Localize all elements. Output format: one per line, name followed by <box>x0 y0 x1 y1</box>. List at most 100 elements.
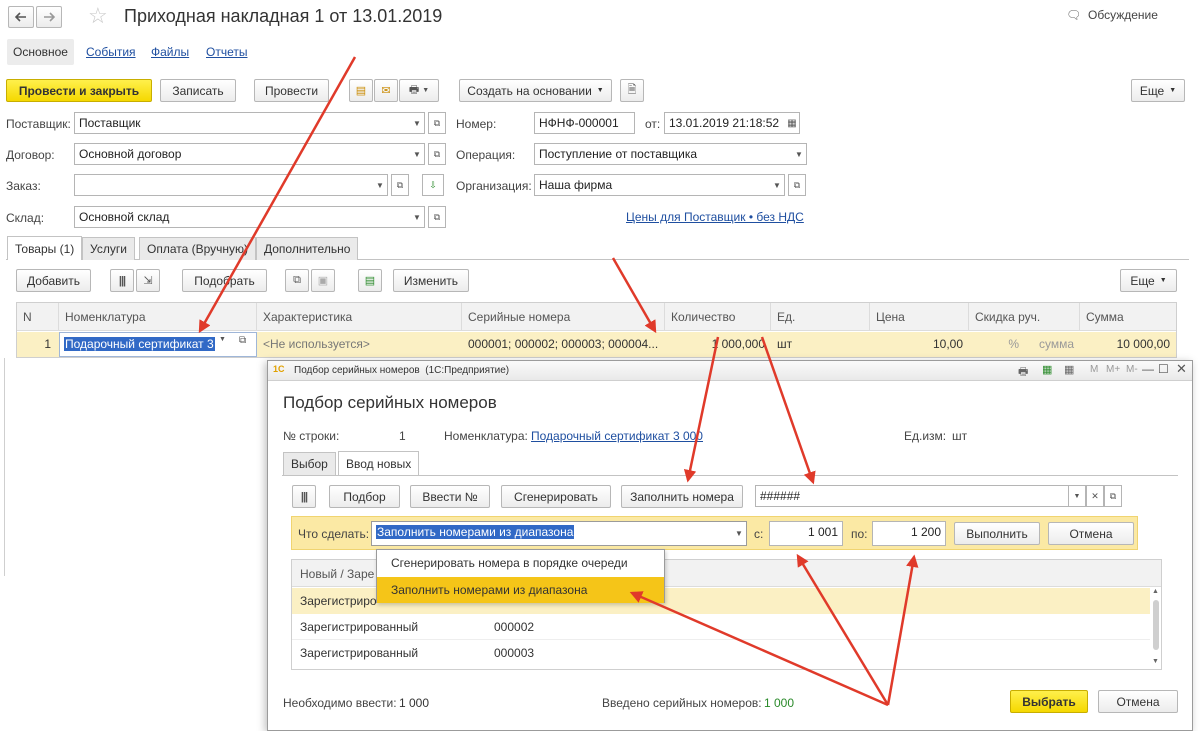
column-header-n[interactable]: N <box>17 303 59 331</box>
number-field[interactable]: НФНФ-000001 <box>534 112 635 134</box>
contract-field[interactable]: Основной договор ▼ <box>74 143 425 165</box>
organization-open-button[interactable]: ⧉ <box>788 174 806 196</box>
column-header-status[interactable]: Новый / Заре <box>300 567 374 581</box>
column-header-qty[interactable]: Количество <box>665 303 771 331</box>
dialog-barcode-button[interactable]: ||| <box>292 485 316 508</box>
calendar-icon[interactable]: ▦ <box>785 113 799 133</box>
cell-item[interactable]: Подарочный сертификат 3 <box>59 332 257 357</box>
memory-m-button[interactable]: M <box>1090 364 1098 375</box>
chevron-down-icon[interactable]: ▼ <box>373 175 387 195</box>
list-row[interactable]: Зарегистрированный 000003 <box>292 640 1150 666</box>
discussion-link[interactable]: Обсуждение <box>1088 8 1158 22</box>
tab-goods[interactable]: Товары (1) <box>7 236 83 260</box>
table-report-button[interactable]: ▤ <box>358 269 382 292</box>
column-header-unit[interactable]: Ед. <box>771 303 870 331</box>
report-button[interactable]: ▤ <box>349 79 373 102</box>
column-header-serials[interactable]: Серийные номера <box>462 303 665 331</box>
nav-main[interactable]: Основное <box>7 39 74 65</box>
action-select[interactable]: Заполнить номерами из диапазона ▼ <box>371 521 747 546</box>
document-structure-button[interactable]: 🗎 <box>620 79 644 102</box>
chevron-down-icon[interactable]: ▼ <box>792 144 806 164</box>
contract-open-button[interactable]: ⧉ <box>428 143 446 165</box>
nav-events[interactable]: События <box>86 45 136 59</box>
scroll-up-icon[interactable]: ▲ <box>1152 588 1159 595</box>
add-row-button[interactable]: Добавить <box>16 269 91 292</box>
execute-button[interactable]: Выполнить <box>954 522 1040 545</box>
tab-payment[interactable]: Оплата (Вручную) <box>139 237 257 260</box>
select-button[interactable]: Выбрать <box>1010 690 1088 713</box>
warehouse-field[interactable]: Основной склад ▼ <box>74 206 425 228</box>
tab-enter-new[interactable]: Ввод новых <box>338 451 420 475</box>
list-scrollbar[interactable]: ▲ ▼ <box>1151 588 1161 669</box>
save-button[interactable]: Записать <box>160 79 236 102</box>
supplier-field[interactable]: Поставщик ▼ <box>74 112 425 134</box>
dialog-cancel-button[interactable]: Отмена <box>1098 690 1178 713</box>
dropdown-option-fill-range[interactable]: Заполнить номерами из диапазона <box>377 577 664 603</box>
copy-button[interactable]: ⧉ <box>285 269 309 292</box>
barcode-scan-button[interactable]: ||| <box>110 269 134 292</box>
dialog-pick-button[interactable]: Подбор <box>329 485 400 508</box>
print-icon[interactable]: 🖶 <box>1018 363 1028 382</box>
column-header-discount[interactable]: Скидка руч. <box>969 303 1080 331</box>
memory-minus-button[interactable]: M- <box>1126 364 1138 375</box>
mask-field[interactable]: ###### <box>755 485 1091 507</box>
post-button[interactable]: Провести <box>254 79 329 102</box>
chevron-down-icon[interactable]: ▼ <box>770 175 784 195</box>
pick-button[interactable]: Подобрать <box>182 269 267 292</box>
more-button[interactable]: Еще ▼ <box>1131 79 1185 102</box>
action-cancel-button[interactable]: Отмена <box>1048 522 1134 545</box>
mask-open-button[interactable]: ⧉ <box>1104 485 1122 507</box>
open-icon[interactable]: ⧉ <box>239 335 246 346</box>
supplier-open-button[interactable]: ⧉ <box>428 112 446 134</box>
tab-services[interactable]: Услуги <box>82 237 135 260</box>
item-link[interactable]: Подарочный сертификат 3 000 <box>531 429 703 443</box>
post-and-close-button[interactable]: Провести и закрыть <box>6 79 152 102</box>
create-based-on-button[interactable]: Создать на основании ▼ <box>459 79 612 102</box>
back-button[interactable] <box>8 6 34 28</box>
generate-button[interactable]: Сгенерировать <box>501 485 611 508</box>
calendar-icon[interactable]: ▦ <box>1064 363 1074 376</box>
fill-numbers-button[interactable]: Заполнить номера <box>621 485 743 508</box>
order-field[interactable]: ▼ <box>74 174 388 196</box>
chevron-down-icon[interactable]: ▼ <box>732 522 746 545</box>
nav-files[interactable]: Файлы <box>151 45 189 59</box>
column-header-characteristic[interactable]: Характеристика <box>257 303 462 331</box>
chevron-down-icon[interactable]: ▼ <box>410 207 424 227</box>
dropdown-option-generate[interactable]: Сгенерировать номера в порядке очереди <box>377 550 664 576</box>
maximize-icon[interactable]: ☐ <box>1158 362 1169 376</box>
minimize-icon[interactable]: — <box>1142 362 1154 376</box>
favorite-star-icon[interactable]: ☆ <box>88 3 108 29</box>
table-row[interactable]: 1 Подарочный сертификат 3 ▼ ⧉ <Не исполь… <box>17 332 1176 357</box>
discussion-icon[interactable]: 🗨 <box>1066 8 1081 22</box>
forward-button[interactable] <box>36 6 62 28</box>
mask-dropdown-button[interactable]: ▼ <box>1068 485 1086 507</box>
mask-clear-button[interactable]: ✕ <box>1086 485 1104 507</box>
close-icon[interactable]: ✕ <box>1176 361 1187 377</box>
organization-field[interactable]: Наша фирма ▼ <box>534 174 785 196</box>
warehouse-open-button[interactable]: ⧉ <box>428 206 446 228</box>
prices-link[interactable]: Цены для Поставщик • без НДС <box>626 210 804 224</box>
print-button[interactable]: 🖶 ▼ <box>399 79 439 102</box>
change-button[interactable]: Изменить <box>393 269 469 292</box>
calculator-icon[interactable]: ▦ <box>1042 363 1052 376</box>
load-button[interactable]: ⇲ <box>136 269 160 292</box>
scroll-down-icon[interactable]: ▼ <box>1152 658 1159 665</box>
chevron-down-icon[interactable]: ▼ <box>410 113 424 133</box>
operation-field[interactable]: Поступление от поставщика ▼ <box>534 143 807 165</box>
order-open-button[interactable]: ⧉ <box>391 174 409 196</box>
scroll-thumb[interactable] <box>1153 600 1159 650</box>
list-row[interactable]: Зарегистрированный 000002 <box>292 614 1150 640</box>
column-header-item[interactable]: Номенклатура <box>59 303 257 331</box>
chevron-down-icon[interactable]: ▼ <box>410 144 424 164</box>
order-fill-button[interactable]: ⇩ <box>422 174 444 196</box>
nav-reports[interactable]: Отчеты <box>206 45 247 59</box>
email-button[interactable]: ✉ <box>374 79 398 102</box>
table-more-button[interactable]: Еще ▼ <box>1120 269 1177 292</box>
range-from-field[interactable]: 1 001 <box>769 521 843 546</box>
enter-numbers-button[interactable]: Ввести № <box>410 485 490 508</box>
tab-select[interactable]: Выбор <box>283 452 336 475</box>
column-header-price[interactable]: Цена <box>870 303 969 331</box>
date-field[interactable]: 13.01.2019 21:18:52 ▦ <box>664 112 800 134</box>
memory-plus-button[interactable]: M+ <box>1106 364 1120 375</box>
paste-button[interactable]: ▣ <box>311 269 335 292</box>
